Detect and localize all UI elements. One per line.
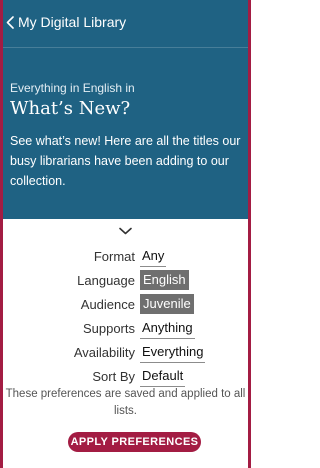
preferences-note: These preferences are saved and applied … [5,388,246,417]
pref-value-supports[interactable]: Anything [140,318,195,339]
pref-label-supports: Supports [82,321,135,336]
app-frame: My Digital Library Everything in English… [0,0,251,468]
back-link-label: My Digital Library [18,14,127,30]
chevron-down-icon[interactable] [119,222,132,240]
pref-label-format: Format [93,249,135,264]
left-accent-border [0,0,3,468]
pref-row-supports: Supports Anything [0,318,251,340]
pref-row-sort-by: Sort By Default [0,366,251,388]
pref-value-language[interactable]: English [140,270,189,290]
back-link[interactable]: My Digital Library [6,14,126,30]
pref-label-language: Language [77,273,135,288]
pref-value-availability[interactable]: Everything [140,342,206,363]
pref-value-sort-by[interactable]: Default [140,366,186,387]
pref-row-availability: Availability Everything [0,342,251,364]
header-divider [0,47,251,48]
page-description: See what’s new! Here are all the titles … [10,134,241,188]
right-accent-border [248,0,251,468]
apply-preferences-button[interactable]: APPLY PREFERENCES [68,432,201,452]
pref-label-availability: Availability [73,345,135,360]
pref-label-audience: Audience [80,297,135,312]
page-title: What’s New? [10,98,131,119]
pref-row-audience: Audience Juvenile [0,294,251,316]
pref-row-format: Format Any [0,246,251,268]
pref-label-sort-by: Sort By [92,369,135,384]
pref-value-audience[interactable]: Juvenile [140,294,194,314]
header-banner: My Digital Library Everything in English… [0,0,251,219]
pref-row-language: Language English [0,270,251,292]
page-eyebrow: Everything in English in [10,81,135,95]
chevron-left-icon [6,15,14,29]
pref-value-format[interactable]: Any [140,246,167,267]
